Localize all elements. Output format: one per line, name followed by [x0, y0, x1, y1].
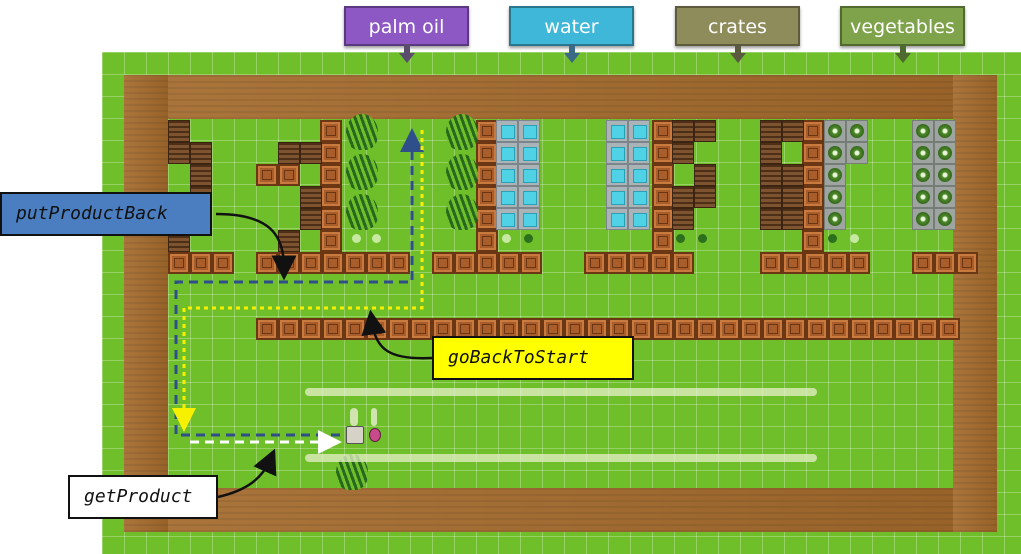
sign-palm-oil-label: palm oil	[368, 16, 445, 38]
sign-crates-label: crates	[708, 16, 767, 38]
sign-water-label: water	[544, 16, 599, 38]
go-back-to-start-pointer	[361, 309, 433, 360]
down-arrow-icon	[729, 53, 746, 63]
sign-vegetables-label: vegetables	[850, 16, 955, 38]
down-arrow-icon	[398, 53, 415, 63]
put-product-back-pointer	[215, 212, 297, 281]
get-product-pointer	[217, 448, 277, 499]
down-arrow-icon	[894, 53, 911, 63]
down-arrow-icon	[563, 53, 580, 63]
put-product-back-label: putProductBack	[0, 192, 212, 236]
game-screen: palm oil water crates vegetables putProd…	[0, 0, 1021, 554]
go-back-to-start-path	[172, 130, 424, 432]
sign-water: water	[509, 6, 634, 63]
go-back-to-start-label: goBackToStart	[432, 336, 634, 380]
sign-crates: crates	[675, 6, 800, 63]
put-product-back-path	[174, 128, 424, 437]
sign-palm-oil: palm oil	[344, 6, 469, 63]
get-product-label: getProduct	[68, 475, 218, 519]
sign-vegetables: vegetables	[840, 6, 965, 63]
path-overlay	[172, 128, 433, 499]
